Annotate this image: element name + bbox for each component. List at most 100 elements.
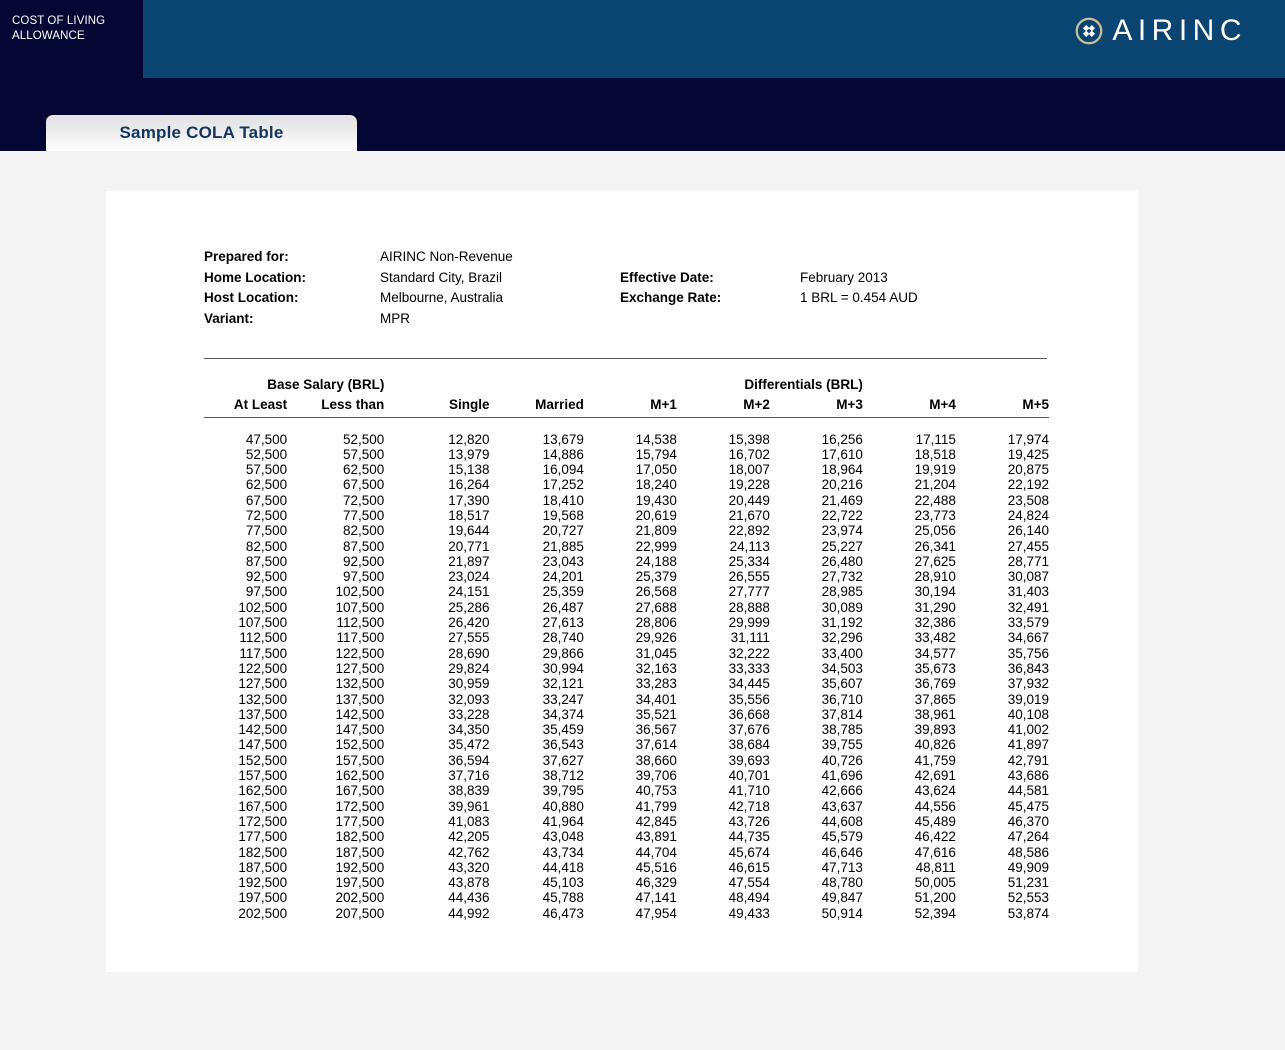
cell-m4: 47,616: [914, 844, 956, 860]
cell-married: 30,994: [542, 660, 584, 676]
cell-m2: 16,702: [728, 446, 770, 462]
cell-m2: 24,113: [729, 538, 770, 554]
tab-sample-cola-table[interactable]: Sample COLA Table: [46, 115, 357, 151]
cell-single: 43,878: [448, 875, 490, 891]
cell-at-least: 112,500: [239, 630, 288, 646]
navigation-bar: Sample COLA Table: [0, 78, 1285, 151]
cell-m2: 31,111: [730, 630, 770, 646]
cell-less-than: 197,500: [335, 875, 385, 891]
table-row: 202,500 207,500 44,992 46,473 47,954 49,433 50…: [204, 906, 1049, 921]
cell-m2: 19,228: [728, 477, 770, 493]
cell-single: 28,690: [448, 645, 490, 661]
col-header-at-least: At Least: [233, 397, 288, 412]
cell-m3: 17,610: [821, 446, 863, 462]
cell-married: 43,734: [542, 844, 584, 860]
cell-m3: 39,755: [821, 737, 863, 753]
cell-m4: 37,865: [914, 691, 956, 707]
cell-single: 24,151: [448, 584, 490, 600]
cell-m2: 32,222: [728, 645, 770, 661]
cell-m2: 25,334: [728, 553, 770, 569]
meta-value-home-location: Standard City, Brazil: [380, 269, 503, 285]
airinc-logo[interactable]: AIRINC: [1075, 16, 1247, 46]
table-row: 67,500 72,500 17,390 18,410 19,430 20,449 21,4…: [204, 493, 1049, 508]
table-row: 122,500 127,500 29,824 30,994 32,163 33,333 34…: [204, 661, 1049, 676]
table-row: 77,500 82,500 19,644 20,727 21,809 22,892 23,9…: [204, 523, 1049, 538]
cell-less-than: 72,500: [343, 492, 385, 508]
cell-m5: 41,002: [1007, 722, 1049, 738]
cell-m3: 32,296: [821, 630, 863, 646]
cell-m2: 21,670: [728, 507, 770, 523]
cell-m4: 23,773: [914, 507, 956, 523]
group-header-differentials: Differentials (BRL): [744, 377, 863, 392]
cell-m1: 25,379: [635, 569, 677, 585]
cell-m1: 21,809: [635, 523, 677, 539]
cell-single: 27,555: [448, 630, 490, 646]
cell-m2: 42,718: [728, 798, 770, 814]
cell-m4: 18,518: [914, 446, 956, 462]
cell-m4: 17,115: [915, 431, 956, 447]
cell-at-least: 117,500: [239, 645, 288, 661]
col-header-m1: M+1: [650, 397, 677, 412]
cell-m4: 44,556: [914, 798, 956, 814]
cell-m2: 45,674: [728, 844, 770, 860]
cell-married: 32,121: [542, 676, 584, 692]
cell-m4: 30,194: [914, 584, 956, 600]
cell-at-least: 157,500: [238, 768, 288, 784]
cell-m5: 40,108: [1007, 706, 1049, 722]
cell-m5: 53,874: [1007, 905, 1049, 921]
cell-m3: 44,608: [821, 813, 863, 829]
cell-m5: 47,264: [1007, 829, 1049, 845]
cell-m5: 49,909: [1007, 859, 1049, 875]
meta-row: Host Location: Melbourne, Australia Exch…: [204, 288, 1064, 309]
cell-married: 40,880: [542, 798, 584, 814]
cell-single: 18,517: [448, 507, 490, 523]
cell-less-than: 107,500: [335, 599, 385, 615]
cell-m1: 28,806: [635, 615, 677, 631]
table-header-spacer: [204, 419, 1049, 432]
cell-at-least: 162,500: [238, 783, 288, 799]
cell-m3: 23,974: [821, 523, 863, 539]
cell-m3: 48,780: [821, 875, 863, 891]
cell-m4: 46,422: [914, 829, 956, 845]
cell-less-than: 117,500: [336, 630, 385, 646]
cell-m4: 50,005: [914, 875, 956, 891]
cell-m2: 38,684: [728, 737, 770, 753]
cell-at-least: 107,500: [238, 615, 288, 631]
cell-m3: 26,480: [821, 553, 863, 569]
airinc-diamond-icon: [1075, 17, 1103, 45]
cell-m2: 47,554: [728, 875, 770, 891]
tab-label: Sample COLA Table: [119, 123, 284, 142]
cell-married: 45,788: [542, 890, 584, 906]
cell-m2: 22,892: [728, 523, 770, 539]
cell-at-least: 192,500: [238, 875, 288, 891]
cell-m4: 19,919: [914, 462, 956, 478]
cell-married: 13,679: [542, 431, 584, 447]
cell-m1: 33,283: [635, 676, 677, 692]
cell-m5: 31,403: [1007, 584, 1049, 600]
table-row: 157,500 162,500 37,716 38,712 39,706 40,701 41…: [204, 768, 1049, 783]
cell-single: 37,716: [448, 768, 490, 784]
cell-m5: 45,475: [1007, 798, 1049, 814]
cell-less-than: 82,500: [343, 523, 385, 539]
cell-at-least: 127,500: [238, 676, 288, 692]
cell-married: 23,043: [542, 553, 584, 569]
cell-m3: 49,847: [821, 890, 863, 906]
cell-m1: 47,954: [635, 905, 677, 921]
cell-m3: 37,814: [821, 706, 863, 722]
cell-less-than: 87,500: [343, 538, 385, 554]
cell-m1: 27,688: [635, 599, 677, 615]
cell-less-than: 207,500: [335, 905, 385, 921]
cell-single: 39,961: [448, 798, 490, 814]
cell-married: 45,103: [542, 875, 584, 891]
cell-m4: 21,204: [914, 477, 956, 493]
cell-m3: 38,785: [821, 722, 863, 738]
cell-single: 43,320: [448, 859, 490, 875]
meta-label-secondary-3: [620, 309, 800, 330]
cell-less-than: 162,500: [335, 768, 385, 784]
cell-m2: 26,555: [728, 569, 770, 585]
cell-at-least: 202,500: [238, 905, 288, 921]
cell-single: 19,644: [448, 523, 490, 539]
cell-at-least: 197,500: [238, 890, 288, 906]
cell-m1: 38,660: [635, 752, 677, 768]
cell-at-least: 52,500: [245, 446, 288, 462]
